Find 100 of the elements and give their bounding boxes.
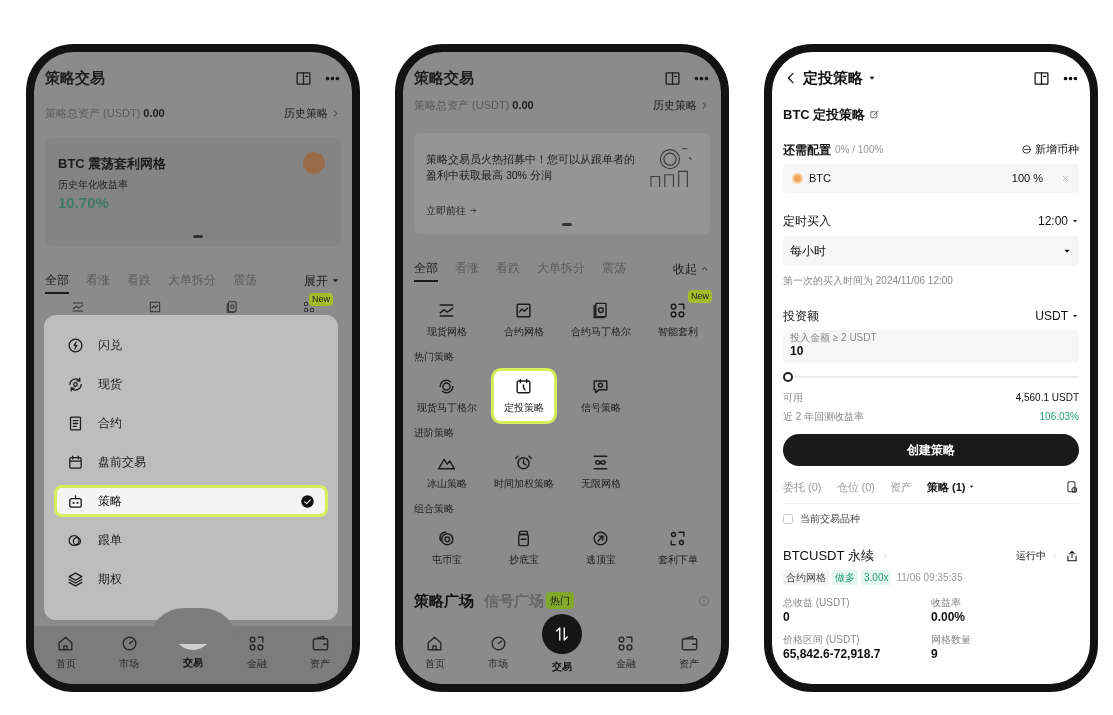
page-indicator bbox=[562, 222, 572, 226]
nav-label: 交易 bbox=[552, 660, 572, 674]
strategy-tile[interactable]: 时间加权策略 bbox=[486, 443, 561, 500]
nav-item[interactable]: 金融 bbox=[593, 626, 658, 684]
strategy-tile[interactable]: 现货网格 bbox=[409, 291, 484, 348]
history-link[interactable]: 历史策略 bbox=[284, 105, 341, 122]
calendar-clock-icon bbox=[514, 376, 533, 396]
strategy-name: BTC 定投策略 bbox=[783, 106, 866, 124]
trade-button[interactable] bbox=[542, 614, 582, 654]
order-tab[interactable]: 仓位 (0) bbox=[836, 478, 875, 495]
square-tab[interactable]: 策略广场 bbox=[414, 589, 474, 612]
allocation-value: 0% / 100% bbox=[835, 143, 884, 157]
order-tab[interactable]: 委托 (0) bbox=[783, 478, 822, 495]
card-subtitle: 历史年化收益率 bbox=[58, 178, 128, 192]
menu-item[interactable]: 合约 bbox=[54, 407, 328, 439]
dial-icon bbox=[119, 634, 139, 653]
time-selector[interactable]: 12:00 bbox=[1037, 211, 1079, 230]
position-title[interactable]: BTCUSDT 永续 bbox=[783, 546, 890, 566]
strategy-tile[interactable]: 逃顶宝 bbox=[563, 519, 638, 576]
first-buy-note: 第一次的买入时间为 2024/11/06 12:00 bbox=[783, 273, 954, 288]
allocation-label: 还需配置 bbox=[783, 141, 831, 159]
nav-item[interactable]: 资产 bbox=[657, 626, 721, 684]
new-badge: New bbox=[688, 289, 712, 303]
stat-value: 9 bbox=[931, 646, 939, 662]
arrow-circle-icon bbox=[591, 528, 610, 548]
strategy-selector[interactable]: 定投策略 bbox=[803, 66, 877, 90]
page-title: 策略交易 bbox=[414, 67, 474, 88]
document-clock-icon[interactable] bbox=[1065, 479, 1079, 494]
strategy-tile[interactable]: 套利下单 bbox=[640, 519, 715, 576]
currency-selector[interactable]: USDT bbox=[1035, 306, 1079, 325]
minus-circle-icon bbox=[1021, 144, 1032, 155]
create-strategy-button[interactable]: 创建策略 bbox=[783, 433, 1079, 466]
add-coin-link[interactable]: 新增币种 bbox=[1021, 141, 1079, 158]
check-icon bbox=[300, 493, 315, 509]
nav-item[interactable]: 市场 bbox=[97, 626, 162, 684]
nav-label: 交易 bbox=[183, 656, 203, 670]
book-icon[interactable] bbox=[1033, 69, 1050, 87]
checkbox[interactable] bbox=[783, 513, 793, 524]
coin-document-icon[interactable] bbox=[224, 299, 239, 314]
schedule-label: 定时买入 bbox=[783, 212, 831, 230]
tag: 做多 bbox=[832, 569, 858, 585]
calendar-icon bbox=[67, 453, 84, 471]
category-tab[interactable]: 全部 bbox=[414, 258, 438, 282]
available-label: 可用 bbox=[783, 390, 803, 405]
stat-value: 0.00% bbox=[931, 609, 967, 625]
banner-text: 策略交易员火热招募中！您可以从跟单者的盈利中获取最高 30% 分润 bbox=[426, 151, 635, 183]
layers-icon bbox=[67, 570, 84, 588]
menu-item[interactable]: 策略 bbox=[54, 485, 328, 517]
strategy-tile[interactable]: 无限网格 bbox=[563, 443, 638, 500]
page-title: 策略交易 bbox=[45, 67, 105, 88]
chart-icon[interactable] bbox=[70, 299, 85, 314]
strategy-tile[interactable]: 屯币宝 bbox=[409, 519, 484, 576]
toggle-link[interactable]: 收起 bbox=[673, 259, 710, 281]
arrow-right-icon bbox=[469, 205, 478, 215]
status-link[interactable]: 运行中 bbox=[1016, 548, 1059, 564]
order-tab[interactable]: 策略 (1) bbox=[927, 478, 975, 495]
infinity-icon bbox=[591, 452, 610, 472]
strategy-tile[interactable]: 现货马丁格尔 bbox=[409, 367, 484, 424]
document-icon bbox=[67, 414, 84, 432]
backtest-value: 106.03% bbox=[1039, 409, 1079, 424]
nav-item[interactable]: 金融 bbox=[224, 626, 289, 684]
banner-link[interactable]: 立即前往 bbox=[426, 202, 478, 218]
category-tab[interactable]: 全部 bbox=[45, 270, 69, 294]
strategy-tile[interactable]: 冰山策略 bbox=[409, 443, 484, 500]
menu-item[interactable]: 盘前交易 bbox=[54, 446, 328, 478]
stat-value: 0 bbox=[783, 609, 791, 625]
backtest-label: 近 2 年回测收益率 bbox=[783, 409, 865, 424]
strategy-tile[interactable]: 信号策略 bbox=[563, 367, 638, 424]
order-tab[interactable]: 资产 bbox=[890, 478, 912, 495]
share-icon[interactable] bbox=[1065, 548, 1079, 563]
frequency-dropdown[interactable]: 每小时 bbox=[783, 235, 1079, 266]
assets-value: 0.00 bbox=[143, 106, 165, 121]
coin-stack-icon bbox=[437, 528, 456, 548]
available-value: 4,560.1 USDT bbox=[1015, 390, 1079, 405]
nav-item[interactable]: 资产 bbox=[288, 626, 352, 684]
nav-item[interactable]: 首页 bbox=[34, 626, 98, 684]
page-indicator bbox=[193, 234, 203, 238]
nav-item[interactable]: 市场 bbox=[466, 626, 531, 684]
card-title: BTC 震荡套利网格 bbox=[58, 154, 167, 173]
strategy-tile[interactable]: 定投策略 bbox=[490, 367, 557, 424]
toggle-link[interactable]: 展开 bbox=[304, 271, 341, 293]
tag: 3.00x bbox=[861, 569, 892, 585]
slider-thumb[interactable] bbox=[783, 371, 793, 382]
section-title: 进阶策略 bbox=[413, 425, 455, 440]
strategy-tile[interactable]: 合约马丁格尔 bbox=[563, 291, 638, 348]
wallet-icon bbox=[679, 634, 699, 653]
dial-icon bbox=[488, 634, 508, 653]
menu-item[interactable]: 跟单 bbox=[54, 524, 328, 556]
swap-arrows-icon bbox=[553, 625, 571, 643]
menu-item[interactable]: 现货 bbox=[54, 368, 328, 400]
edit-icon[interactable] bbox=[869, 109, 881, 121]
amount-input-field[interactable]: 投入金额 ≥ 2 USDT 10 bbox=[783, 329, 1079, 363]
strategy-tile[interactable]: 抄底宝 bbox=[486, 519, 561, 576]
menu-item[interactable]: 闪兑 bbox=[54, 329, 328, 361]
chart-square-icon[interactable] bbox=[147, 299, 162, 314]
history-link[interactable]: 历史策略 bbox=[653, 97, 710, 114]
menu-item[interactable]: 期权 bbox=[54, 563, 328, 595]
nodes-icon bbox=[616, 634, 636, 653]
strategy-tile[interactable]: 合约网格 bbox=[486, 291, 561, 348]
nav-item[interactable]: 首页 bbox=[403, 626, 467, 684]
